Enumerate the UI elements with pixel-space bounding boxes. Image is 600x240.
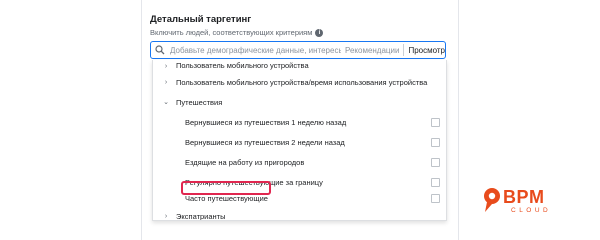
category-label: Путешествия [176, 97, 223, 107]
logo-wordmark: BPM [503, 187, 545, 207]
chevron-right-icon[interactable]: › [161, 213, 171, 220]
item-checkbox[interactable] [431, 193, 440, 203]
category-label: Пользователь мобильного устройства [176, 61, 309, 70]
list-item-returned-2-weeks[interactable]: Вернувшиеся из путешествия 2 недели наза… [153, 132, 446, 152]
category-row-expats[interactable]: › Экспатрианты [153, 206, 446, 221]
section-subtitle: Включить людей, соответствующих критерия… [150, 28, 324, 37]
item-checkbox[interactable] [431, 137, 440, 147]
item-label: Вернувшиеся из путешествия 1 неделю наза… [185, 117, 347, 127]
highlight-box [181, 181, 271, 195]
logo-mark-icon [484, 188, 500, 212]
category-label: Пользователь мобильного устройства/время… [176, 77, 428, 87]
category-row-travel[interactable]: ⌄ Путешествия [153, 92, 446, 112]
category-label: Экспатрианты [176, 211, 226, 221]
info-icon[interactable]: i [315, 28, 324, 37]
recommendations-button[interactable]: Рекомендации [345, 46, 399, 55]
logo-subtext: CLOUD [511, 207, 552, 214]
search-input[interactable]: Добавьте демографические данные, интерес… [170, 46, 341, 55]
list-item-returned-1-week[interactable]: Вернувшиеся из путешествия 1 неделю наза… [153, 112, 446, 132]
section-title: Детальный таргетинг [150, 14, 252, 25]
item-checkbox[interactable] [431, 177, 440, 187]
chevron-down-icon[interactable]: ⌄ [161, 98, 171, 106]
browse-button[interactable]: Просмотр [408, 46, 445, 55]
detailed-targeting-search[interactable]: Добавьте демографические данные, интерес… [150, 41, 446, 59]
item-label: Вернувшиеся из путешествия 2 недели наза… [185, 137, 345, 147]
category-row-mobile-usage-time[interactable]: › Пользователь мобильного устройства/вре… [153, 72, 446, 92]
chevron-right-icon[interactable]: › [161, 79, 171, 86]
category-row-mobile-user[interactable]: › Пользователь мобильного устройства [153, 60, 446, 70]
chevron-right-icon[interactable]: › [161, 63, 171, 70]
search-divider [403, 44, 405, 56]
list-item-suburb-commuters[interactable]: Ездящие на работу из пригородов [153, 152, 446, 172]
item-label: Ездящие на работу из пригородов [185, 157, 305, 167]
item-checkbox[interactable] [431, 157, 440, 167]
item-checkbox[interactable] [431, 117, 440, 127]
bpm-cloud-logo: BPM CLOUD [483, 187, 571, 221]
subtitle-text: Включить людей, соответствующих критерия… [150, 28, 313, 37]
search-icon [155, 45, 165, 55]
browse-dropdown[interactable]: › Пользователь мобильного устройства › П… [152, 60, 447, 221]
